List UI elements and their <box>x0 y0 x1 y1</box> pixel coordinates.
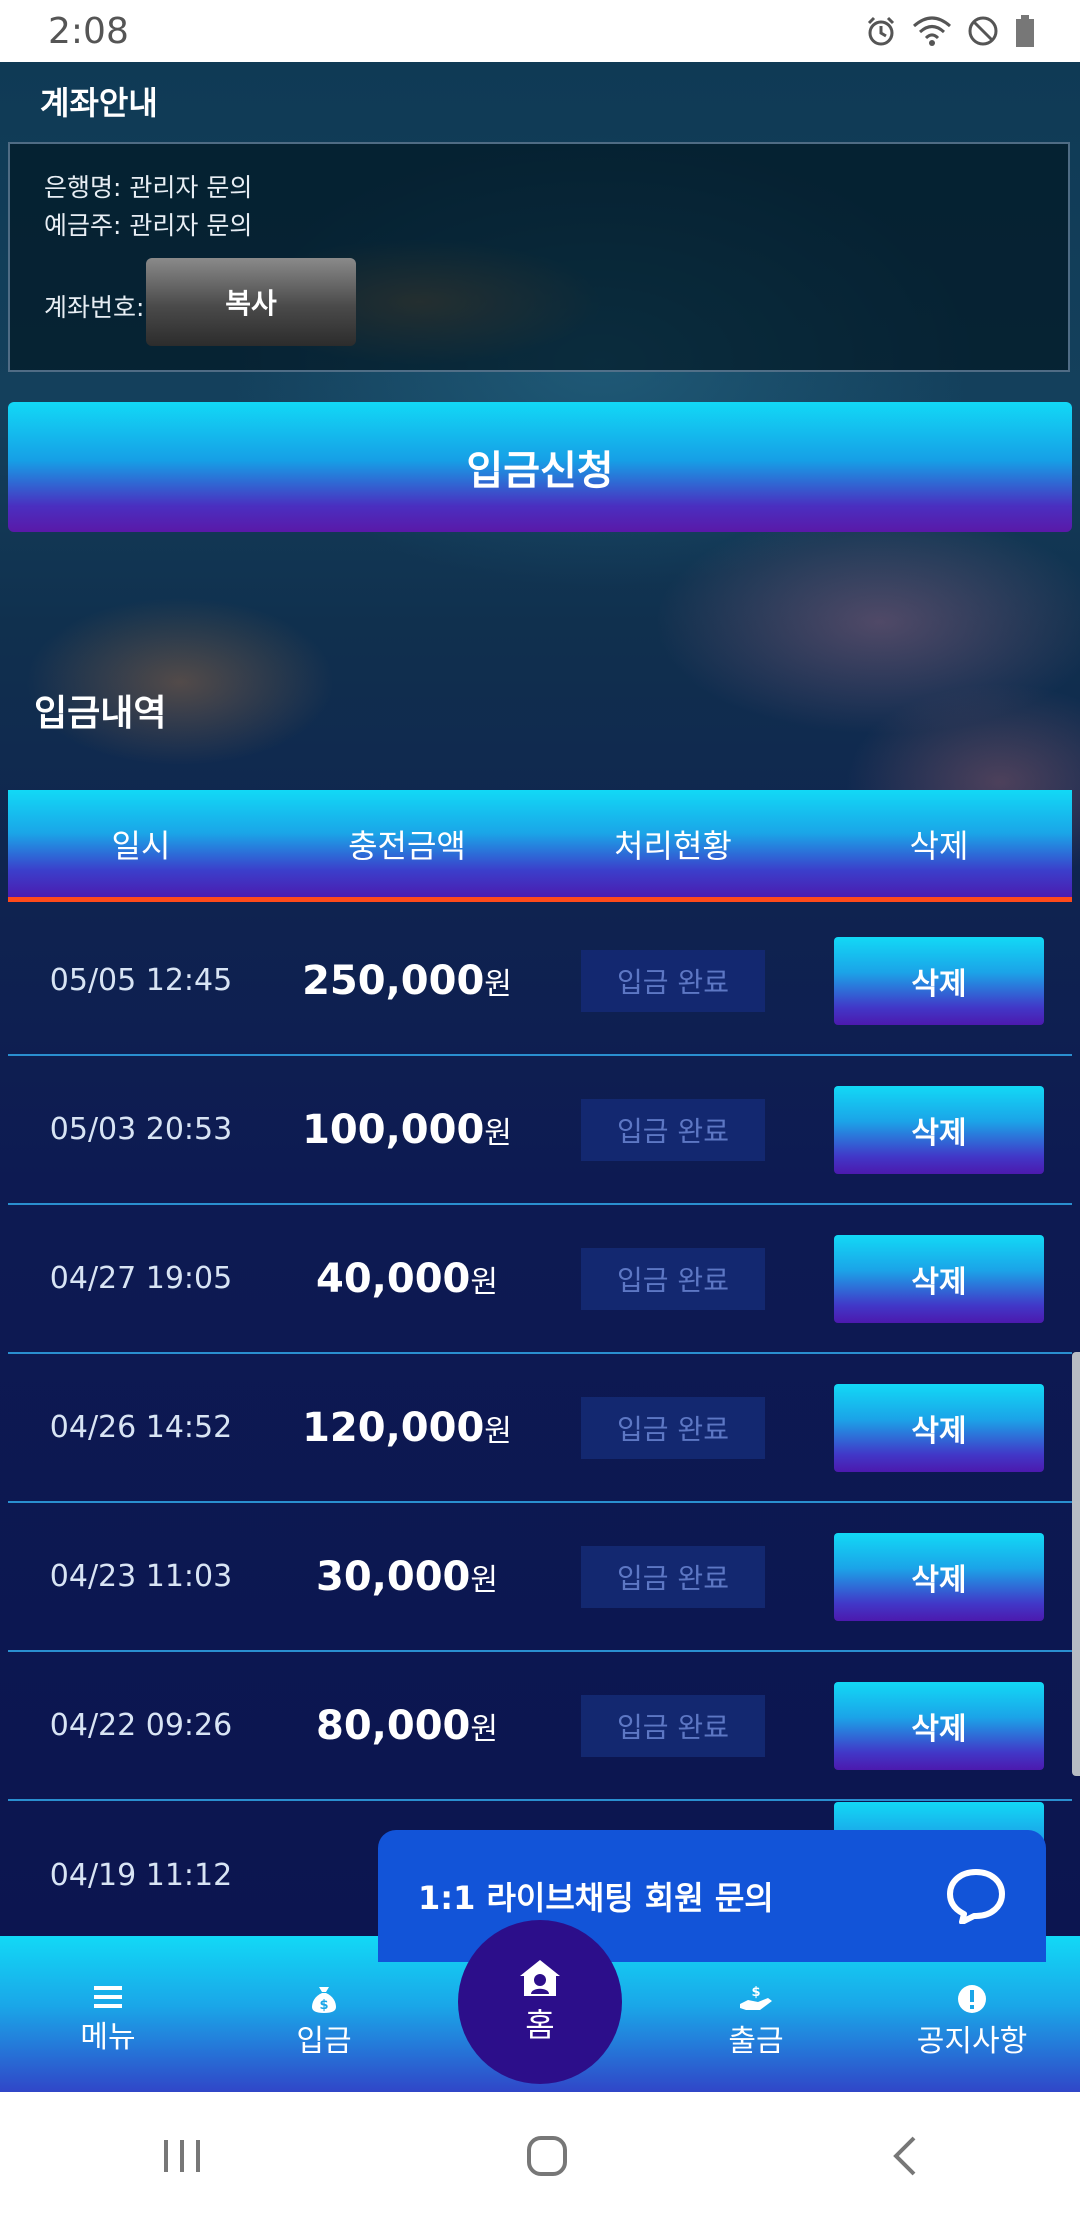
table-row: 04/23 11:03 30,000원 입금 완료 삭제 <box>8 1503 1072 1652</box>
row-amount: 100,000원 <box>302 1106 512 1153</box>
nav-deposit[interactable]: $ 입금 <box>254 1984 394 2060</box>
table-row: 04/27 19:05 40,000원 입금 완료 삭제 <box>8 1205 1072 1354</box>
nav-home-label: 홈 <box>525 2006 555 2044</box>
deposit-history-title: 입금내역 <box>34 693 167 734</box>
nav-withdraw-label: 출금 <box>728 2024 784 2059</box>
alert-circle-icon <box>958 1985 986 2013</box>
delete-button[interactable]: 삭제 <box>834 1532 1044 1621</box>
copy-button[interactable]: 복사 <box>146 258 356 346</box>
table-row: 05/05 12:45 250,000원 입금 완료 삭제 <box>8 907 1072 1056</box>
row-date: 04/19 11:12 <box>49 1858 233 1893</box>
row-amount: 40,000원 <box>316 1255 498 1302</box>
table-row: 04/22 09:26 80,000원 입금 완료 삭제 <box>8 1652 1072 1801</box>
row-status-badge: 입금 완료 <box>581 949 765 1012</box>
home-system-icon[interactable] <box>525 2134 569 2178</box>
row-status-badge: 입금 완료 <box>581 1098 765 1161</box>
delete-button[interactable]: 삭제 <box>834 1234 1044 1323</box>
system-navigation-bar <box>0 2092 1080 2220</box>
history-table-body: 05/05 12:45 250,000원 입금 완료 삭제 05/03 20:5… <box>8 907 1072 1950</box>
chat-bubble-icon <box>947 1869 1005 1924</box>
alarm-icon <box>867 16 895 46</box>
row-amount: 80,000원 <box>316 1702 498 1749</box>
do-not-disturb-icon <box>968 16 998 46</box>
history-table-header: 일시 충전금액 처리현황 삭제 <box>8 790 1072 902</box>
row-amount: 30,000원 <box>316 1553 498 1600</box>
wifi-icon <box>913 16 951 46</box>
svg-text:$: $ <box>751 1985 760 2000</box>
row-amount: 120,000원 <box>302 1404 512 1451</box>
row-amount: 250,000원 <box>302 957 512 1004</box>
row-date: 04/26 14:52 <box>49 1410 233 1445</box>
recent-apps-icon[interactable] <box>160 2136 204 2176</box>
row-status-badge: 입금 완료 <box>581 1247 765 1310</box>
nav-deposit-label: 입금 <box>296 2024 352 2059</box>
header-delete: 삭제 <box>909 826 969 865</box>
status-bar: 2:08 <box>0 0 1080 62</box>
delete-button[interactable]: 삭제 <box>834 1681 1044 1770</box>
delete-button[interactable]: 삭제 <box>834 936 1044 1025</box>
nav-menu-label: 메뉴 <box>80 2020 136 2055</box>
status-time: 2:08 <box>48 10 129 52</box>
row-status-badge: 입금 완료 <box>581 1396 765 1459</box>
nav-withdraw[interactable]: $ 출금 <box>686 1984 826 2060</box>
row-date: 04/27 19:05 <box>49 1261 233 1296</box>
row-date: 04/22 09:26 <box>49 1708 233 1743</box>
account-info-box: 은행명: 관리자 문의 예금주: 관리자 문의 계좌번호: 복사 <box>8 142 1070 372</box>
scrollbar[interactable] <box>1072 1352 1080 1776</box>
account-info-title: 계좌안내 <box>40 84 158 122</box>
money-bag-icon: $ <box>312 1987 336 2013</box>
row-status-badge: 입금 완료 <box>581 1545 765 1608</box>
bank-name-line: 은행명: 관리자 문의 <box>44 173 253 202</box>
hand-coin-icon: $ <box>740 1985 772 2010</box>
deposit-request-button[interactable]: 입금신청 <box>8 402 1072 532</box>
delete-button[interactable]: 삭제 <box>834 1085 1044 1174</box>
row-status-badge: 입금 완료 <box>581 1694 765 1757</box>
header-status: 처리현황 <box>614 826 732 865</box>
home-icon <box>520 1960 560 1996</box>
menu-icon <box>94 1986 122 2008</box>
header-datetime: 일시 <box>111 826 171 865</box>
account-holder-line: 예금주: 관리자 문의 <box>44 211 253 240</box>
nav-notice-label: 공지사항 <box>916 2024 1028 2059</box>
row-date: 04/23 11:03 <box>49 1559 233 1594</box>
back-icon[interactable] <box>890 2134 920 2178</box>
status-icons <box>864 14 1036 48</box>
live-chat-label: 1:1 라이브채팅 회원 문의 <box>418 1879 774 1917</box>
row-date: 05/03 20:53 <box>49 1112 233 1147</box>
nav-home[interactable]: 홈 <box>458 1920 622 2084</box>
svg-text:$: $ <box>319 1998 328 2013</box>
header-amount: 충전금액 <box>348 826 466 865</box>
row-date: 05/05 12:45 <box>49 963 233 998</box>
nav-notice[interactable]: 공지사항 <box>902 1984 1042 2060</box>
table-row: 05/03 20:53 100,000원 입금 완료 삭제 <box>8 1056 1072 1205</box>
nav-menu[interactable]: 메뉴 <box>38 1984 178 2056</box>
account-number-label: 계좌번호: <box>44 293 145 322</box>
live-chat-button[interactable]: 1:1 라이브채팅 회원 문의 <box>378 1830 1046 1962</box>
table-row: 04/26 14:52 120,000원 입금 완료 삭제 <box>8 1354 1072 1503</box>
battery-icon <box>1016 15 1034 47</box>
delete-button[interactable]: 삭제 <box>834 1383 1044 1472</box>
